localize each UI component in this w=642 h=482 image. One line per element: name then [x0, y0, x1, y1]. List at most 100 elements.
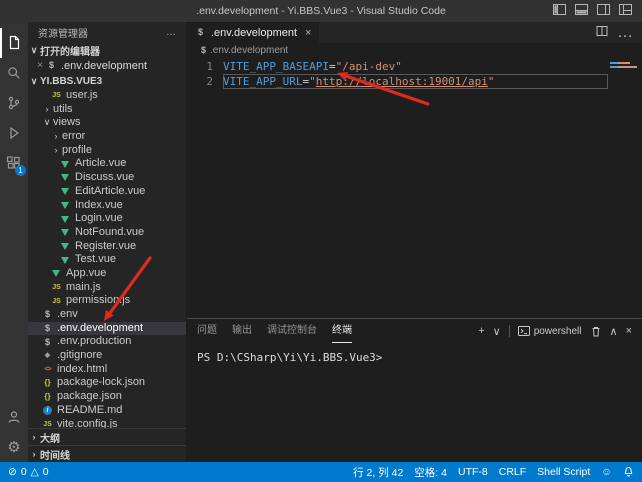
run-debug-icon[interactable]	[0, 118, 28, 148]
close-panel-icon[interactable]: ×	[626, 325, 632, 337]
chevron-down-icon: ∨	[28, 45, 40, 56]
tab-label: .env.development	[211, 27, 297, 39]
file-row[interactable]: JSvite.config.js	[28, 418, 186, 429]
toggle-panel-icon[interactable]	[575, 2, 588, 20]
file-row[interactable]: App.vue	[28, 267, 186, 281]
extensions-icon[interactable]: 1	[0, 148, 28, 178]
file-name: error	[62, 130, 85, 144]
kill-terminal-icon[interactable]	[590, 325, 602, 338]
editor-group: $ .env.development × … $ .env.developmen…	[187, 22, 642, 462]
cursor-position[interactable]: 行 2, 列 42	[353, 465, 403, 480]
indentation[interactable]: 空格: 4	[414, 465, 447, 480]
file-row[interactable]: JSmain.js	[28, 281, 186, 295]
minimap[interactable]	[608, 57, 642, 318]
more-actions-icon[interactable]: …	[166, 27, 176, 38]
account-icon[interactable]	[0, 402, 28, 432]
folder-row[interactable]: ›error	[28, 130, 186, 144]
file-row[interactable]: iREADME.md	[28, 404, 186, 418]
panel-tab[interactable]: 终端	[332, 319, 352, 343]
folder-row[interactable]: ∨views	[28, 116, 186, 130]
open-editors-header[interactable]: ∨ 打开的编辑器	[28, 42, 186, 58]
notifications-bell-icon[interactable]	[623, 466, 634, 478]
problems-status[interactable]: ⊘ 0 △ 0	[8, 466, 49, 478]
shell-file-icon: $	[201, 46, 206, 55]
warnings-icon: △	[31, 466, 39, 478]
close-icon[interactable]: ×	[305, 27, 311, 39]
file-row[interactable]: JSuser.js	[28, 89, 186, 103]
panel-tab[interactable]: 调试控制台	[267, 319, 317, 343]
maximize-panel-icon[interactable]: ∧	[610, 325, 618, 338]
terminal-prompt: PS D:\CSharp\Yi\Yi.BBS.Vue3>	[197, 351, 382, 364]
folder-row[interactable]: ›utils	[28, 103, 186, 117]
eol[interactable]: CRLF	[499, 466, 526, 478]
search-icon[interactable]	[0, 58, 28, 88]
terminal-shell-item[interactable]: powershell	[518, 325, 582, 337]
language-mode[interactable]: Shell Script	[537, 466, 590, 478]
feedback-smiley-icon[interactable]: ☺	[601, 466, 612, 478]
file-name: .gitignore	[57, 349, 102, 363]
file-row[interactable]: JSpermission.js	[28, 294, 186, 308]
toggle-sidebar-icon[interactable]	[553, 2, 566, 20]
chevron-down-icon[interactable]: ∨	[493, 325, 501, 338]
explorer-icon[interactable]	[0, 28, 28, 58]
title-bar: .env.development - Yi.BBS.Vue3 - Visual …	[0, 0, 642, 22]
panel-tab[interactable]: 问题	[197, 319, 217, 343]
chevron-right-icon: ›	[50, 144, 62, 158]
line-number: 2	[187, 74, 223, 89]
outline-section[interactable]: › 大纲	[28, 428, 186, 445]
file-row[interactable]: {}package.json	[28, 390, 186, 404]
shell-file-icon: $	[46, 61, 57, 70]
errors-count: 0	[21, 466, 27, 478]
file-name: views	[53, 116, 81, 130]
activity-bar: 1 ⚙	[0, 22, 28, 462]
file-name: Test.vue	[75, 253, 116, 267]
close-icon[interactable]: ×	[34, 60, 46, 71]
vue-file-icon	[61, 229, 69, 236]
file-row[interactable]: NotFound.vue	[28, 226, 186, 240]
code-editor[interactable]: 1VITE_APP_BASEAPI="/api-dev"2VITE_APP_UR…	[187, 57, 642, 318]
file-row[interactable]: Index.vue	[28, 199, 186, 213]
tab-env-development[interactable]: $ .env.development ×	[187, 22, 319, 43]
file-tree: JSuser.js›utils∨views›error›profileArtic…	[28, 89, 186, 428]
encoding[interactable]: UTF-8	[458, 466, 488, 478]
vue-file-icon	[61, 257, 69, 264]
panel-tab[interactable]: 输出	[232, 319, 252, 343]
file-row[interactable]: EditArticle.vue	[28, 185, 186, 199]
chevron-right-icon: ›	[28, 449, 40, 459]
file-row[interactable]: $.env.production	[28, 335, 186, 349]
file-row[interactable]: ◆.gitignore	[28, 349, 186, 363]
file-name: Register.vue	[75, 240, 136, 254]
terminal-output[interactable]: PS D:\CSharp\Yi\Yi.BBS.Vue3>	[187, 343, 642, 462]
settings-gear-icon[interactable]: ⚙	[0, 432, 28, 462]
powershell-icon	[518, 325, 530, 337]
toggle-secondary-sidebar-icon[interactable]	[597, 2, 610, 20]
file-row[interactable]: Article.vue	[28, 157, 186, 171]
layout-controls	[553, 2, 642, 20]
file-row[interactable]: Test.vue	[28, 253, 186, 267]
file-name: utils	[53, 103, 73, 117]
separator	[509, 325, 510, 337]
file-row[interactable]: Login.vue	[28, 212, 186, 226]
file-row[interactable]: $.env	[28, 308, 186, 322]
source-control-icon[interactable]	[0, 88, 28, 118]
open-editor-item[interactable]: × $ .env.development	[28, 58, 186, 73]
customize-layout-icon[interactable]	[619, 2, 632, 20]
file-name: package-lock.json	[57, 376, 145, 390]
file-row[interactable]: <>index.html	[28, 363, 186, 377]
code-line[interactable]: 2VITE_APP_URL="http://localhost:19001/ap…	[187, 74, 608, 89]
new-terminal-icon[interactable]: +	[478, 325, 484, 337]
code-line[interactable]: 1VITE_APP_BASEAPI="/api-dev"	[187, 59, 608, 74]
timeline-section[interactable]: › 时间线	[28, 445, 186, 462]
split-editor-icon[interactable]	[596, 24, 608, 42]
file-row[interactable]: Discuss.vue	[28, 171, 186, 185]
breadcrumb[interactable]: $ .env.development	[187, 43, 642, 57]
workbench: 1 ⚙ 资源管理器 … ∨ 打开的编辑器 × $ .env.dev	[0, 22, 642, 462]
file-row[interactable]: {}package-lock.json	[28, 376, 186, 390]
folder-row[interactable]: ›profile	[28, 144, 186, 158]
more-actions-icon[interactable]: …	[617, 24, 633, 42]
errors-icon: ⊘	[8, 466, 17, 478]
file-row[interactable]: Register.vue	[28, 240, 186, 254]
file-row[interactable]: $.env.development	[28, 322, 186, 336]
panel-actions: + ∨ powershell ∧ ×	[478, 325, 632, 338]
project-header[interactable]: ∨ YI.BBS.VUE3	[28, 73, 186, 89]
